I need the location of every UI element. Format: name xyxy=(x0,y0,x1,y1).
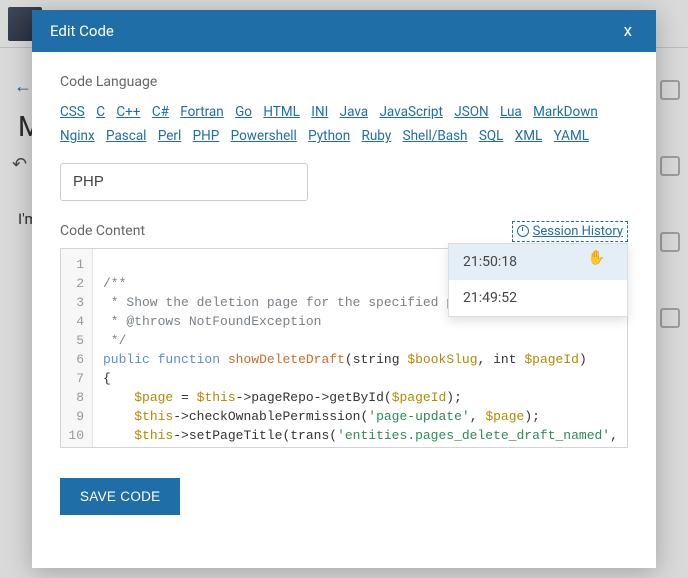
language-link-powershell[interactable]: Powershell xyxy=(231,128,297,144)
history-item[interactable]: 21:49:52 xyxy=(449,280,627,316)
cursor-icon: ✋ xyxy=(588,250,605,266)
language-link-c[interactable]: C xyxy=(96,104,105,120)
modal-title: Edit Code xyxy=(50,22,114,40)
language-link-nginx[interactable]: Nginx xyxy=(60,128,95,144)
language-link-markdown[interactable]: MarkDown xyxy=(533,104,598,120)
language-links: CSS C C++ C# Fortran Go HTML INI Java Ja… xyxy=(60,100,628,149)
session-history-dropdown: 21:50:18✋21:49:52 xyxy=(448,243,628,317)
language-link-html[interactable]: HTML xyxy=(263,104,300,120)
language-link-lua[interactable]: Lua xyxy=(500,104,522,120)
line-number-gutter: 12345678910 xyxy=(61,249,93,447)
language-link-php[interactable]: PHP xyxy=(193,128,220,144)
session-history-link[interactable]: Session History xyxy=(512,221,628,242)
language-link-java[interactable]: Java xyxy=(340,104,368,120)
language-link-sql[interactable]: SQL xyxy=(479,128,504,144)
code-content-label: Code Content xyxy=(60,223,145,239)
language-link-pascal[interactable]: Pascal xyxy=(106,128,146,144)
line-number: 1 xyxy=(67,255,84,274)
modal-header: Edit Code x xyxy=(32,10,656,52)
line-number: 9 xyxy=(67,407,84,426)
close-icon[interactable]: x xyxy=(618,17,638,45)
line-number: 2 xyxy=(67,274,84,293)
line-number: 3 xyxy=(67,293,84,312)
line-number: 8 xyxy=(67,388,84,407)
clock-icon xyxy=(517,225,529,237)
language-link-fortran[interactable]: Fortran xyxy=(180,104,223,120)
line-number: 6 xyxy=(67,350,84,369)
language-link-go[interactable]: Go xyxy=(235,104,252,120)
language-link-css[interactable]: CSS xyxy=(60,104,85,120)
line-number: 5 xyxy=(67,331,84,350)
language-input[interactable] xyxy=(60,163,308,201)
language-link-c[interactable]: C++ xyxy=(116,104,140,120)
modal-body: Code Language CSS C C++ C# Fortran Go HT… xyxy=(32,52,656,568)
language-link-python[interactable]: Python xyxy=(308,128,350,144)
code-language-label: Code Language xyxy=(60,74,628,90)
line-number: 7 xyxy=(67,369,84,388)
language-link-javascript[interactable]: JavaScript xyxy=(379,104,442,120)
language-link-ruby[interactable]: Ruby xyxy=(362,128,392,144)
history-item[interactable]: 21:50:18✋ xyxy=(449,244,627,280)
edit-code-modal: Edit Code x Code Language CSS C C++ C# F… xyxy=(32,10,656,568)
language-link-ini[interactable]: INI xyxy=(311,104,328,120)
language-link-xml[interactable]: XML xyxy=(515,128,543,144)
language-link-yaml[interactable]: YAML xyxy=(554,128,589,144)
language-link-json[interactable]: JSON xyxy=(454,104,488,120)
save-code-button[interactable]: SAVE CODE xyxy=(60,478,180,515)
line-number: 4 xyxy=(67,312,84,331)
language-link-c[interactable]: C# xyxy=(152,104,169,120)
language-link-shellbash[interactable]: Shell/Bash xyxy=(403,128,468,144)
line-number: 10 xyxy=(67,426,84,445)
session-history-text: Session History xyxy=(533,224,623,239)
language-link-perl[interactable]: Perl xyxy=(158,128,181,144)
